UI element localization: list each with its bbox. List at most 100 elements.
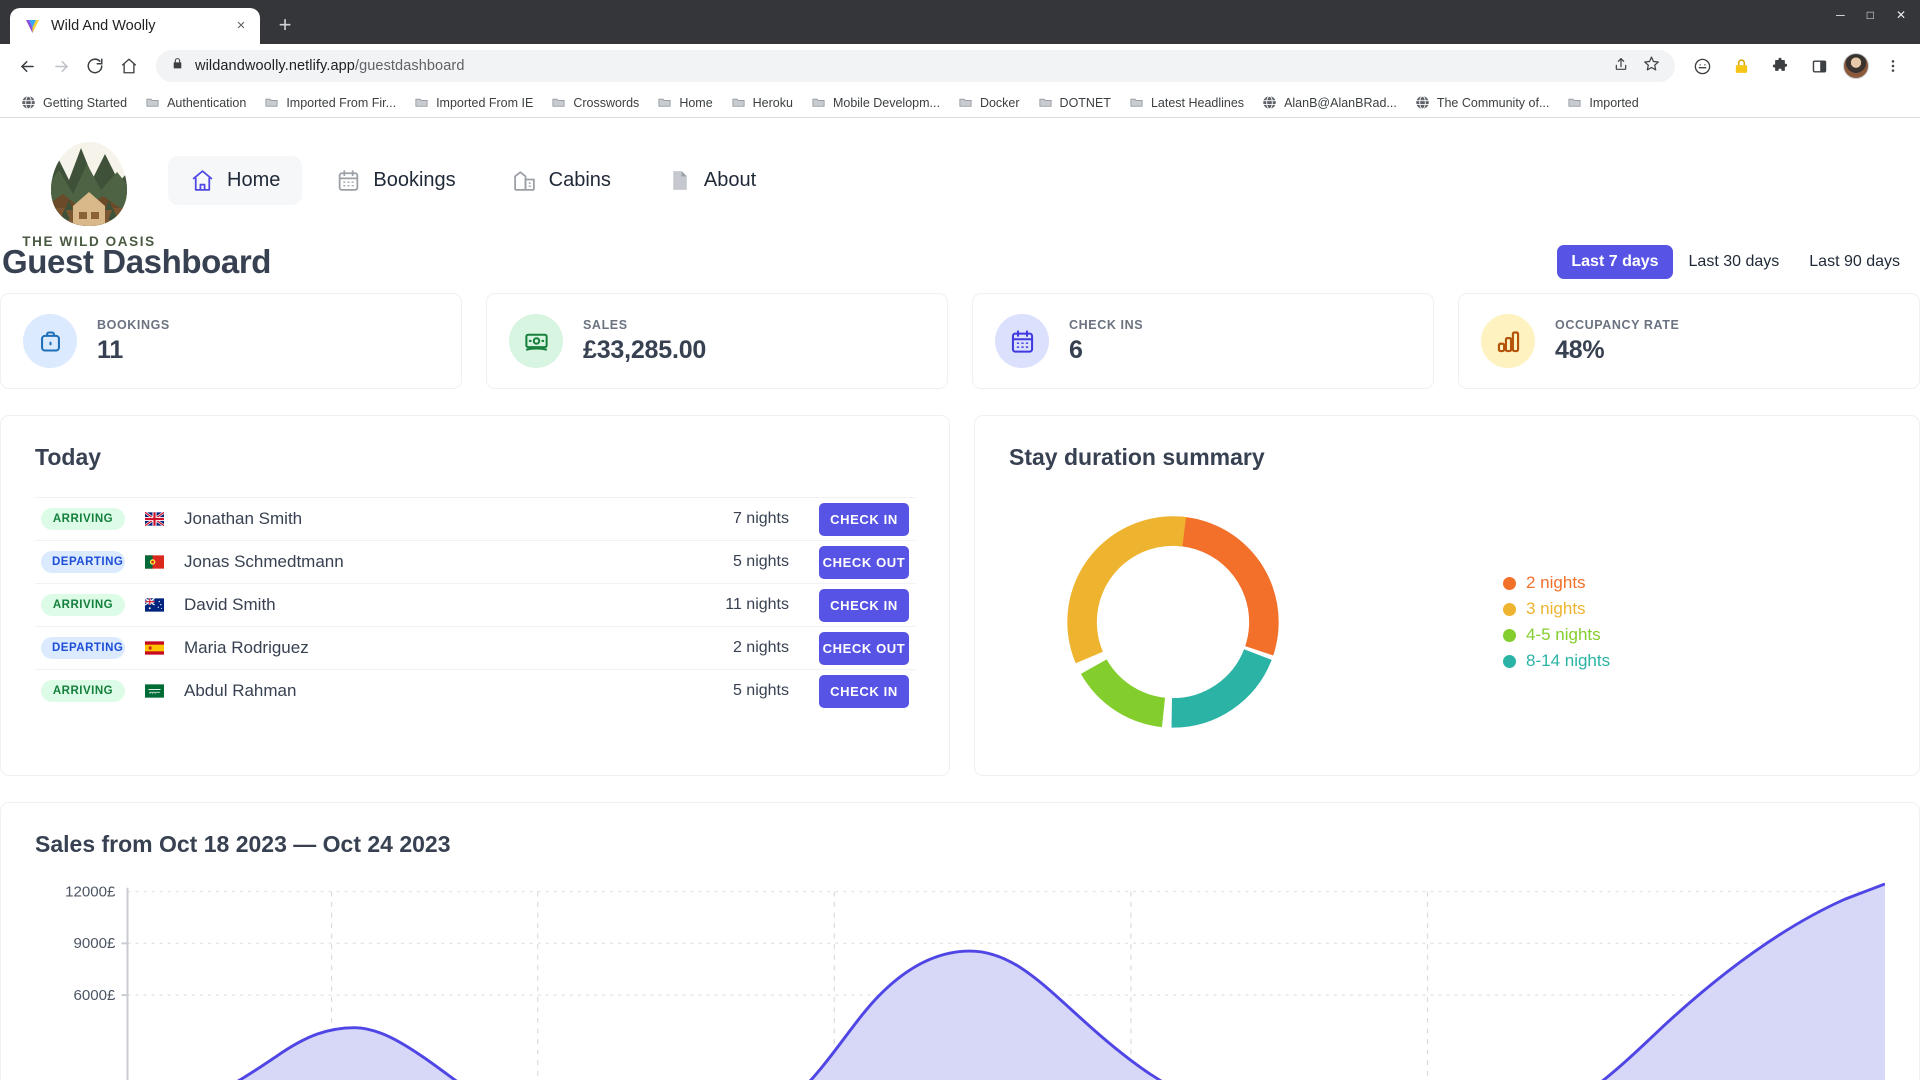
nights-count: 5 nights xyxy=(732,682,789,699)
folder-icon xyxy=(551,95,566,110)
bookmark-item[interactable]: Crosswords xyxy=(542,92,648,113)
browser-tab[interactable]: Wild And Woolly × xyxy=(10,8,260,44)
bookmark-label: DOTNET xyxy=(1059,95,1111,110)
extensions-icon[interactable] xyxy=(1765,51,1795,81)
history-icon[interactable] xyxy=(1687,51,1717,81)
donut-legend: 2 nights 3 nights 4-5 nights 8-14 nights xyxy=(1503,573,1610,671)
nights-count: 7 nights xyxy=(732,510,789,527)
nav-item-home[interactable]: Home xyxy=(168,156,303,205)
back-icon[interactable] xyxy=(12,51,42,81)
date-range-filter: Last 7 days Last 30 days Last 90 days xyxy=(1557,245,1914,279)
app-root: THE WILD OASIS Home Bookings Cabins Abou… xyxy=(0,118,1920,1080)
nav-item-bookings[interactable]: Bookings xyxy=(314,156,477,205)
nav-item-about[interactable]: About xyxy=(645,156,778,205)
stat-label: CHECK INS xyxy=(1069,317,1144,332)
brand-logo[interactable]: THE WILD OASIS xyxy=(20,138,158,249)
folder-icon xyxy=(731,95,746,110)
stat-card-sales: SALES £33,285.00 xyxy=(486,293,948,389)
legend-item[interactable]: 3 nights xyxy=(1503,599,1610,619)
bookmark-label: Getting Started xyxy=(43,95,128,110)
stat-text: BOOKINGS 11 xyxy=(97,318,170,365)
forward-icon[interactable] xyxy=(46,51,76,81)
minimize-icon[interactable]: ─ xyxy=(1836,8,1845,22)
nights-count: 11 nights xyxy=(725,596,789,613)
bookmark-item[interactable]: Home xyxy=(648,92,721,113)
profile-avatar[interactable] xyxy=(1843,53,1869,79)
stat-text: CHECK INS 6 xyxy=(1069,318,1143,365)
check-out-button[interactable]: CHECK OUT xyxy=(819,545,909,579)
tab-close-icon[interactable]: × xyxy=(232,17,250,35)
tab-title: Wild And Woolly xyxy=(51,18,156,34)
stat-text: SALES £33,285.00 xyxy=(583,318,706,365)
legend-item[interactable]: 2 nights xyxy=(1503,573,1610,593)
stat-label: OCCUPANCY RATE xyxy=(1555,317,1680,332)
page-header: Guest Dashboard Last 7 days Last 30 days… xyxy=(0,243,1920,281)
bookmark-item[interactable]: The Community of... xyxy=(1406,92,1559,113)
today-row: DEPARTING Jonas Schmedtmann 5 nights CHE… xyxy=(35,540,915,583)
new-tab-button[interactable]: + xyxy=(270,11,300,41)
globe-icon xyxy=(1415,95,1430,110)
check-out-button[interactable]: CHECK OUT xyxy=(819,631,909,665)
bookmark-item[interactable]: Docker xyxy=(949,92,1029,113)
bookmark-item[interactable]: Imported From IE xyxy=(405,92,542,113)
bookmark-item[interactable]: DOTNET xyxy=(1029,92,1120,113)
sidepanel-icon[interactable] xyxy=(1804,51,1834,81)
folder-icon xyxy=(1567,95,1582,110)
home-icon[interactable] xyxy=(114,51,144,81)
legend-item[interactable]: 4-5 nights xyxy=(1503,625,1610,645)
stat-card-check-ins: CHECK INS 6 xyxy=(972,293,1434,389)
legend-item[interactable]: 8-14 nights xyxy=(1503,651,1610,671)
stat-label: SALES xyxy=(583,317,628,332)
address-bar[interactable]: wildandwoolly.netlify.app/guestdashboard xyxy=(156,50,1675,82)
nav-label: Home xyxy=(227,169,281,191)
filter-last-30-days[interactable]: Last 30 days xyxy=(1675,245,1794,279)
star-icon[interactable] xyxy=(1643,55,1660,77)
folder-icon xyxy=(264,95,279,110)
tab-strip: Wild And Woolly × + ─ □ ✕ xyxy=(0,0,1920,44)
nav-item-cabins[interactable]: Cabins xyxy=(490,156,633,205)
y-tick-label: 6000£ xyxy=(74,988,116,1004)
guest-name: David Smith xyxy=(184,595,276,614)
maximize-icon[interactable]: □ xyxy=(1867,8,1874,22)
filter-last-90-days[interactable]: Last 90 days xyxy=(1795,245,1914,279)
bookmark-label: Mobile Developm... xyxy=(832,95,940,110)
filter-last-7-days[interactable]: Last 7 days xyxy=(1557,245,1673,279)
sa-flag-icon xyxy=(145,684,164,698)
share-icon[interactable] xyxy=(1613,56,1629,77)
folder-icon xyxy=(811,95,826,110)
check-in-button[interactable]: CHECK IN xyxy=(819,674,909,708)
lock-badge-icon[interactable] xyxy=(1726,51,1756,81)
check-in-button[interactable]: CHECK IN xyxy=(819,502,909,536)
legend-swatch-3-nights xyxy=(1503,602,1516,616)
kebab-menu-icon[interactable] xyxy=(1878,51,1908,81)
reload-icon[interactable] xyxy=(80,51,110,81)
legend-swatch-2-nights xyxy=(1503,576,1516,590)
status-badge: ARRIVING xyxy=(41,594,125,616)
bookmark-label: AlanB@AlanBRad... xyxy=(1284,95,1397,110)
bookmark-item[interactable]: Heroku xyxy=(722,92,802,113)
bookmark-item[interactable]: Getting Started xyxy=(12,92,136,113)
today-row: ARRIVING David Smith 11 nights CHECK IN xyxy=(35,583,915,626)
nav-label: About xyxy=(703,169,757,191)
pt-flag-icon xyxy=(145,555,164,569)
bar-chart-icon xyxy=(1481,314,1535,368)
bookmark-item[interactable]: Imported From Fir... xyxy=(255,92,405,113)
bookmark-item[interactable]: AlanB@AlanBRad... xyxy=(1253,92,1406,113)
guest-name: Jonathan Smith xyxy=(184,509,303,528)
bookmark-item[interactable]: Latest Headlines xyxy=(1120,92,1253,113)
bookmark-item[interactable]: Mobile Developm... xyxy=(802,92,949,113)
bookmark-label: Home xyxy=(679,95,713,110)
document-icon xyxy=(667,168,692,193)
folder-icon xyxy=(958,95,973,110)
bookmark-label: Imported From Fir... xyxy=(286,95,397,110)
bookmark-item[interactable]: Imported xyxy=(1558,92,1647,113)
guest-name: Maria Rodriguez xyxy=(184,638,309,657)
stay-duration-donut-chart xyxy=(1067,516,1279,728)
status-badge: ARRIVING xyxy=(41,680,125,702)
check-in-button[interactable]: CHECK IN xyxy=(819,588,909,622)
bookmark-item[interactable]: Authentication xyxy=(136,92,255,113)
close-window-icon[interactable]: ✕ xyxy=(1896,8,1906,22)
today-list: ARRIVING Jonathan Smith 7 nights CHECK I… xyxy=(35,497,915,712)
au-flag-icon xyxy=(144,597,164,612)
cabins-icon xyxy=(512,168,537,193)
